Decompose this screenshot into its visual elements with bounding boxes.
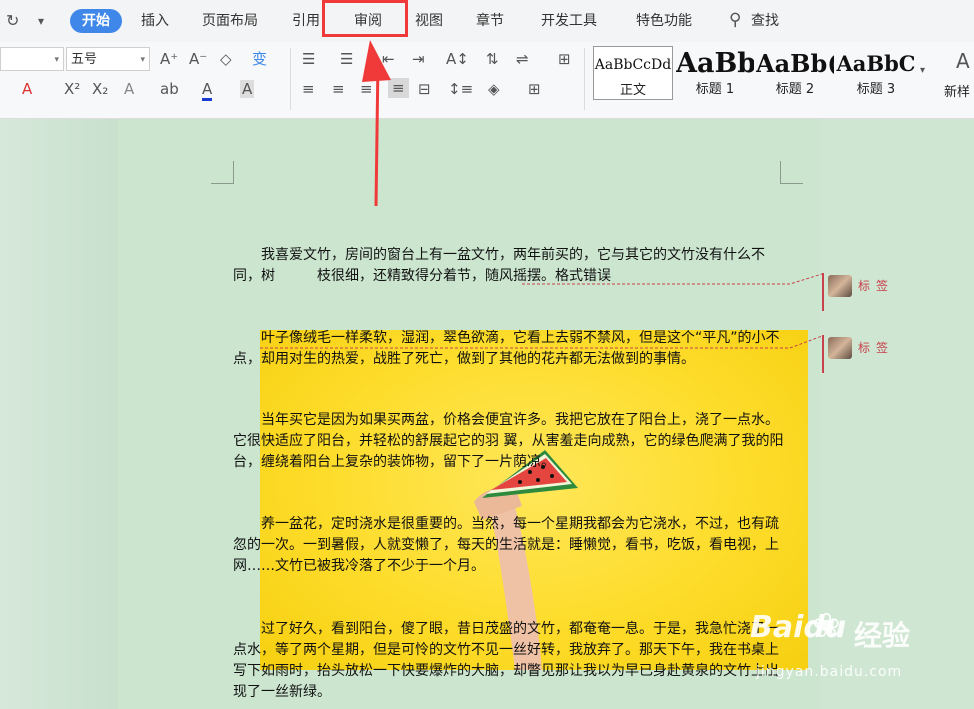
- comment-label: 标签: [858, 341, 895, 355]
- watermark-url: jingyan.baidu.com: [756, 664, 903, 680]
- watermark-brand-cn: 经验: [854, 619, 911, 652]
- avatar: [828, 275, 852, 297]
- paw-icon: ❀: [812, 606, 841, 646]
- comment-label: 标签: [858, 279, 895, 293]
- comment-balloon[interactable]: 标签: [822, 273, 964, 311]
- baidu-jingyan-watermark: Baidu ❀ 经验 jingyan.baidu.com: [746, 604, 946, 684]
- avatar: [828, 337, 852, 359]
- comment-balloon[interactable]: 标签: [822, 335, 964, 373]
